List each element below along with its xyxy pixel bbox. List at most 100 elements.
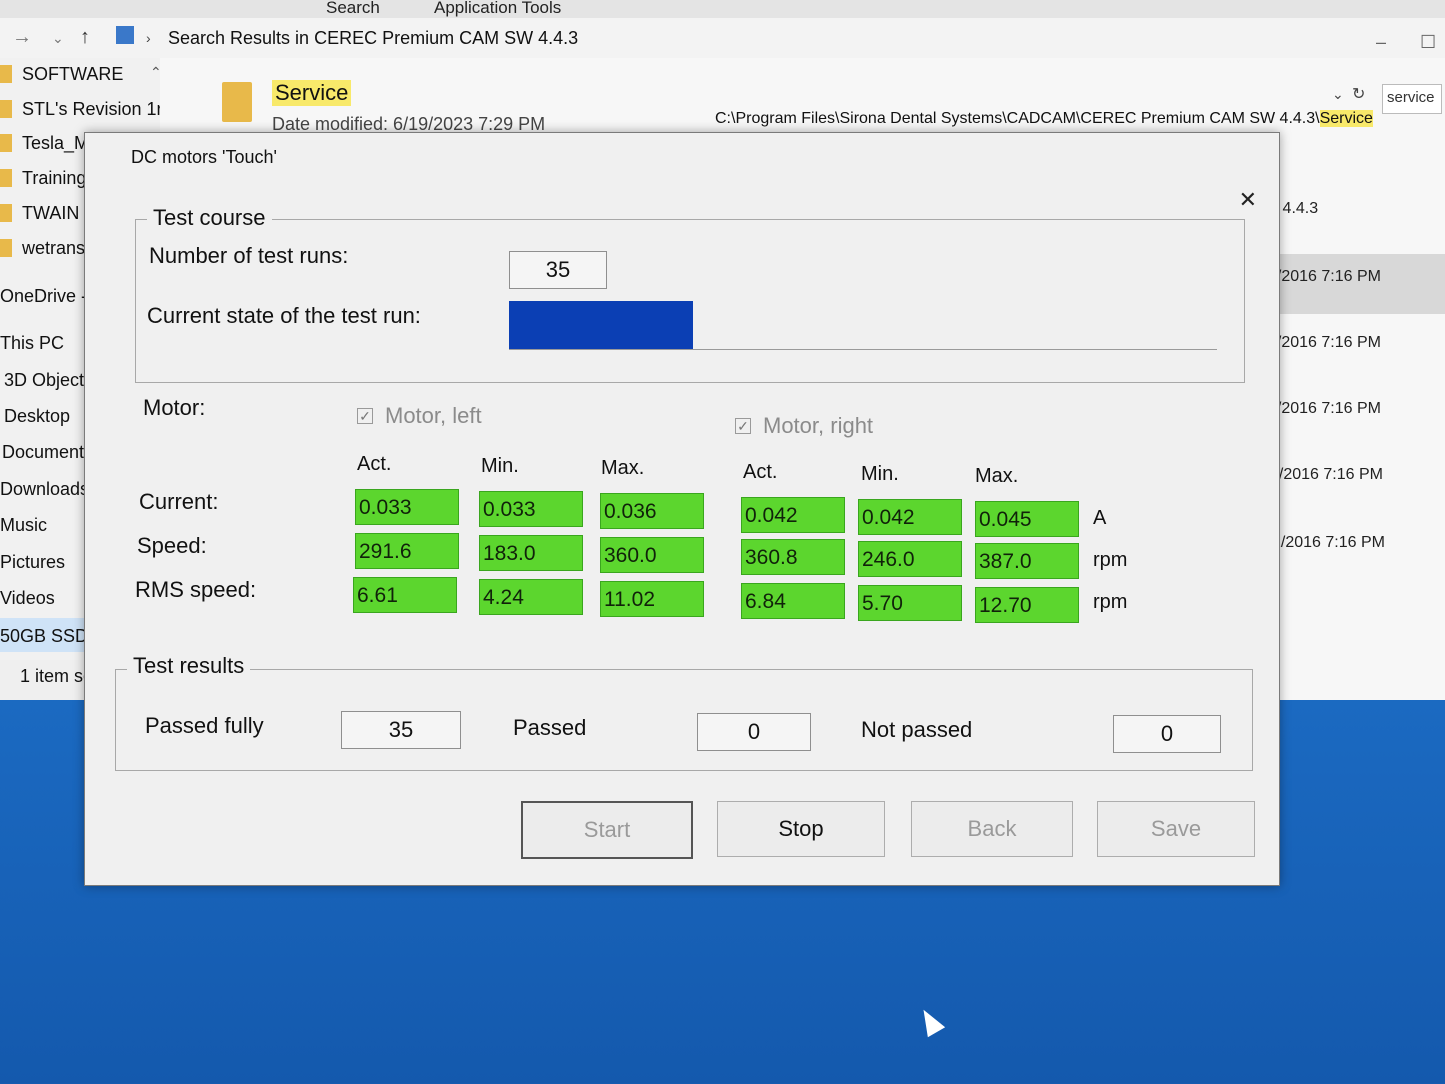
dialog-title: DC motors 'Touch' [131,147,277,167]
ribbon-tabs: Search Application Tools [0,0,1445,18]
rms-left-act: 6.61 [353,577,457,613]
passed-value: 0 [697,713,811,751]
list-item-date: 2/2016 7:16 PM [1272,534,1385,551]
runs-value-field: 35 [509,251,607,289]
col-header-right-min: Min. [861,463,899,485]
result-path-highlight: Service [1319,110,1373,127]
folder-icon [0,100,12,118]
nav-item-3d-objects[interactable]: 3D Objects [4,370,93,391]
stop-button[interactable]: Stop [717,801,885,857]
current-left-min: 0.033 [479,491,583,527]
nav-item-pictures[interactable]: Pictures [0,552,65,573]
nav-item-documents[interactable]: Documents [2,442,93,463]
motor-left-label: Motor, left [385,403,482,428]
current-left-act: 0.033 [355,489,459,525]
test-progress-fill [509,301,694,349]
nav-item-this-pc[interactable]: This PC [0,333,64,354]
state-label: Current state of the test run: [147,303,421,328]
list-item-date: 2/2016 7:16 PM [1268,268,1381,285]
runs-label: Number of test runs: [149,243,349,268]
recent-dropdown-icon[interactable]: ⌄ [52,30,64,47]
col-header-right-max: Max. [975,465,1019,487]
passed-label: Passed [513,715,587,740]
row-label-current: Current: [139,489,219,514]
tab-search[interactable]: Search [326,0,380,18]
current-right-max: 0.045 [975,501,1079,537]
not-passed-value: 0 [1113,715,1221,753]
speed-left-max: 360.0 [600,537,704,573]
folder-icon [0,239,12,257]
current-left-max: 0.036 [600,493,704,529]
result-name[interactable]: Service [272,80,352,106]
close-icon[interactable]: ✕ [1239,187,1257,213]
search-input[interactable]: service [1382,84,1442,114]
test-progress-bar [509,301,1217,350]
up-arrow-icon[interactable]: ↑ [80,26,90,49]
col-header-left-min: Min. [481,455,519,477]
not-passed-label: Not passed [861,717,973,742]
rms-right-min: 5.70 [858,585,962,621]
col-header-right-act: Act. [743,461,778,483]
minimize-icon[interactable]: – [1376,32,1386,53]
drive-icon [116,26,134,44]
nav-item-videos[interactable]: Videos [0,588,55,609]
motor-right-checkbox: ✓ Motor, right [735,413,873,439]
start-button[interactable]: Start [521,801,693,859]
passed-fully-label: Passed fully [145,713,264,738]
nav-item-music[interactable]: Music [0,515,47,536]
save-button[interactable]: Save [1097,801,1255,857]
rms-right-max: 12.70 [975,587,1079,623]
nav-item-software[interactable]: SOFTWARE [22,64,123,84]
checkbox-icon: ✓ [735,418,751,434]
speed-left-min: 183.0 [479,535,583,571]
row-label-rms-speed: RMS speed: [135,577,257,602]
unit-rms-speed: rpm [1093,591,1128,613]
breadcrumb[interactable]: Search Results in CEREC Premium CAM SW 4… [168,28,578,49]
speed-left-act: 291.6 [355,533,459,569]
folder-icon [0,204,12,222]
current-right-min: 0.042 [858,499,962,535]
tab-application-tools[interactable]: Application Tools [434,0,561,18]
test-course-legend: Test course [147,205,272,231]
address-dropdown-icon[interactable]: ⌄ [1332,86,1344,103]
motor-label: Motor: [143,395,206,420]
status-text: 1 item se [20,666,94,686]
maximize-icon[interactable]: ☐ [1420,32,1436,53]
rms-right-act: 6.84 [741,583,845,619]
list-item-date: 2/2016 7:16 PM [1270,466,1383,483]
unit-current: A [1093,507,1107,529]
speed-right-act: 360.8 [741,539,845,575]
checkbox-icon: ✓ [357,408,373,424]
nav-item-stl-revision[interactable]: STL's Revision 1r [22,99,162,119]
forward-arrow-icon[interactable]: → [12,26,32,49]
speed-right-max: 387.0 [975,543,1079,579]
test-results-group [115,669,1253,771]
mouse-pointer-icon [914,1004,946,1038]
speed-right-min: 246.0 [858,541,962,577]
nav-item-desktop[interactable]: Desktop [4,406,70,427]
list-item-date: 2/2016 7:16 PM [1268,334,1381,351]
back-button[interactable]: Back [911,801,1073,857]
col-header-left-max: Max. [601,457,645,479]
address-row: → ⌄ ↑ › Search Results in CEREC Premium … [0,18,1445,59]
breadcrumb-chevron-icon: › [146,30,151,46]
motor-left-checkbox: ✓ Motor, left [357,403,482,429]
col-header-left-act: Act. [357,453,392,475]
motor-right-label: Motor, right [763,413,874,438]
test-results-legend: Test results [127,653,251,679]
folder-icon [0,65,12,83]
nav-item-downloads[interactable]: Downloads [0,479,89,500]
rms-left-max: 11.02 [600,581,704,617]
refresh-icon[interactable]: ↻ [1352,84,1365,104]
result-path-prefix: C:\Program Files\Sirona Dental Systems\C… [715,110,1320,127]
result-path: C:\Program Files\Sirona Dental Systems\C… [715,110,1373,128]
folder-icon [222,82,252,122]
dc-motors-dialog: DC motors 'Touch' ✕ Test course Number o… [84,132,1280,886]
folder-icon [0,134,12,152]
rms-left-min: 4.24 [479,579,583,615]
current-right-act: 0.042 [741,497,845,533]
list-item-date: 2/2016 7:16 PM [1268,400,1381,417]
unit-speed: rpm [1093,549,1128,571]
row-label-speed: Speed: [137,533,207,558]
passed-fully-value: 35 [341,711,461,749]
